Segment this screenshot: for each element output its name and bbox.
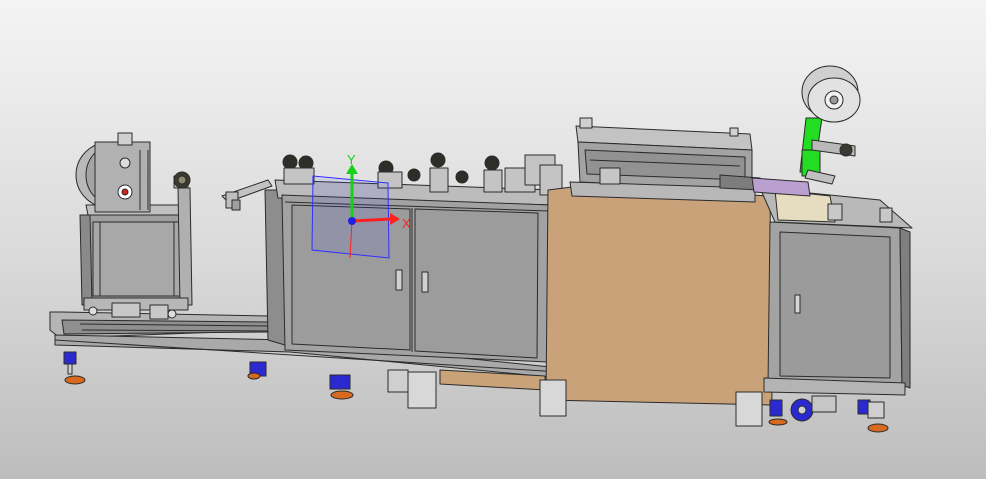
- main-cabinet: [264, 179, 556, 363]
- foot-2: [247, 361, 267, 380]
- cad-viewport[interactable]: Y X: [0, 0, 986, 479]
- x-axis: [351, 217, 393, 223]
- y-axis-label: Y: [347, 152, 356, 167]
- foot-6: [735, 391, 788, 427]
- left-arm-linkage: [221, 179, 273, 211]
- foot-8: [857, 399, 889, 433]
- origin-marker: [348, 217, 356, 225]
- left-unwind-spool: [75, 132, 151, 213]
- left-guide-roller: [173, 171, 191, 189]
- feed-table: [751, 177, 913, 229]
- foot-1: [63, 351, 86, 385]
- right-cabinet: [763, 221, 911, 396]
- machine-assembly-model[interactable]: Y X: [0, 0, 986, 479]
- foot-3: [329, 374, 354, 400]
- foot-7: [790, 395, 837, 422]
- top-rewind-spool: [799, 65, 861, 185]
- x-axis-label: X: [402, 216, 411, 231]
- foot-5: [539, 379, 567, 417]
- foot-4: [387, 369, 437, 409]
- press-unit: [569, 117, 761, 203]
